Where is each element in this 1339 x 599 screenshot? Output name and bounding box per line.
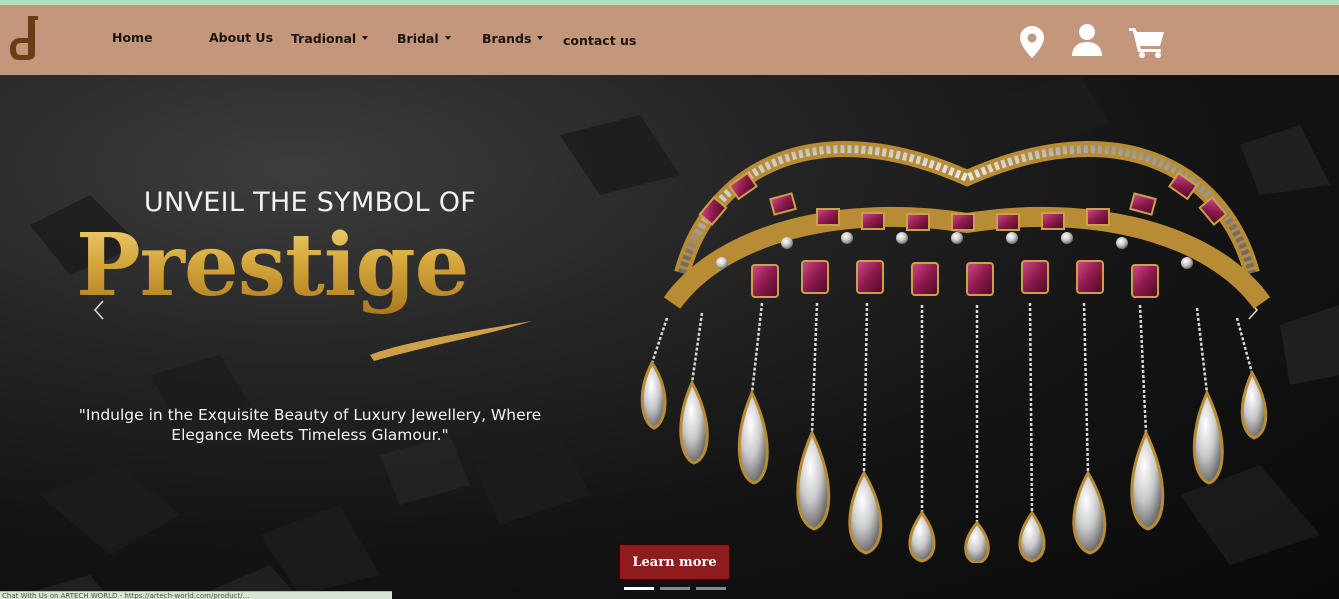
nav-home[interactable]: Home — [112, 30, 153, 45]
nav-home-label: Home — [112, 30, 153, 45]
learn-more-button[interactable]: Learn more — [618, 543, 731, 581]
nav-bridal-label: Bridal — [397, 31, 439, 46]
carousel-indicator-1[interactable] — [624, 587, 654, 590]
user-icon[interactable] — [1072, 24, 1102, 56]
nav-about-us-label: About Us — [209, 30, 274, 45]
nav-contact-us[interactable]: contact us — [563, 33, 636, 48]
carousel-indicator-2[interactable] — [660, 587, 690, 590]
nav-bridal-dropdown[interactable]: Bridal — [397, 31, 451, 46]
carousel-indicator-3[interactable] — [696, 587, 726, 590]
nav-brands-dropdown[interactable]: Brands — [482, 31, 544, 46]
carousel-indicators — [624, 587, 726, 590]
hero-tagline: "Indulge in the Exquisite Beauty of Luxu… — [78, 406, 542, 444]
caret-down-icon — [444, 36, 451, 40]
headline-swash-decoration — [370, 321, 532, 361]
chevron-left-icon[interactable] — [92, 299, 106, 321]
hero-headline: Prestige — [76, 215, 469, 316]
brand-logo[interactable] — [10, 16, 40, 60]
nav-about-us[interactable]: About Us — [209, 30, 273, 45]
status-bar: Chat With Us on ARTECH WORLD - https://a… — [0, 591, 392, 599]
hero-carousel: UNVEIL THE SYMBOL OF Prestige "Indulge i… — [0, 75, 1339, 599]
necklace-product-image — [640, 141, 1271, 563]
nav-brands-label: Brands — [482, 31, 532, 46]
map-marker-icon[interactable] — [1020, 26, 1044, 58]
nav-contact-us-label: contact us — [563, 33, 637, 48]
hero-eyebrow: UNVEIL THE SYMBOL OF — [143, 187, 477, 218]
cart-icon[interactable] — [1129, 26, 1165, 58]
nav-tradional-label: Tradional — [291, 31, 357, 46]
caret-down-icon — [362, 36, 369, 40]
nav-tradional-dropdown[interactable]: Tradional — [291, 31, 369, 46]
navbar: Home About Us Tradional Bridal Brands co… — [0, 5, 1339, 75]
caret-down-icon — [537, 36, 544, 40]
